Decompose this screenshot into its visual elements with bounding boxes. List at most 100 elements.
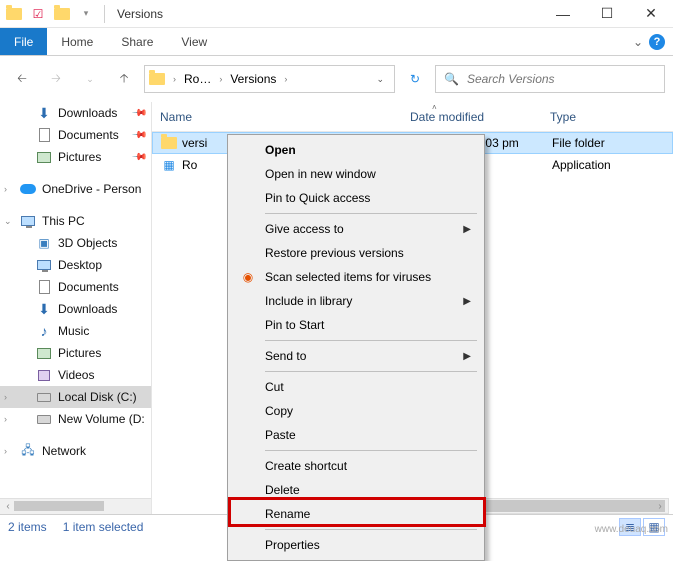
ctx-pin-start[interactable]: Pin to Start [231,313,481,337]
forward-button[interactable]: 🡢 [42,65,70,93]
sidebar-item-label: Network [42,444,86,458]
up-button[interactable]: 🡡 [110,65,138,93]
qat-properties-icon[interactable]: ☑ [30,6,46,22]
sidebar-item-label: Videos [58,368,94,382]
download-icon: ⬇ [36,301,52,317]
ctx-give-access-to[interactable]: Give access to▶ [231,217,481,241]
drive-icon [36,389,52,405]
ctx-pin-quick-access[interactable]: Pin to Quick access [231,186,481,210]
column-header-type[interactable]: Type [550,110,670,124]
chevron-right-icon[interactable]: › [284,74,287,84]
ctx-restore-previous[interactable]: Restore previous versions [231,241,481,265]
music-icon: ♪ [36,323,52,339]
close-button[interactable]: ✕ [629,0,673,28]
ctx-copy[interactable]: Copy [231,399,481,423]
sidebar-item-localdisk[interactable]: ›Local Disk (C:) [0,386,151,408]
sidebar-item-3dobjects[interactable]: ▣ 3D Objects [0,232,151,254]
sidebar-item-label: Pictures [58,346,101,360]
window-title: Versions [111,7,541,21]
chevron-right-icon[interactable]: › [219,74,222,84]
tab-share[interactable]: Share [107,28,167,55]
status-item-count: 2 items [8,520,47,534]
chevron-right-icon[interactable]: › [4,392,7,402]
sidebar-item-label: Music [58,324,89,338]
chevron-right-icon[interactable]: › [4,414,7,424]
back-button[interactable]: 🡠 [8,65,36,93]
search-input[interactable]: 🔍 [435,65,665,93]
ctx-rename[interactable]: Rename [231,502,481,526]
context-menu: Open Open in new window Pin to Quick acc… [227,134,485,561]
sidebar-item-label: Documents [58,280,119,294]
column-header-name[interactable]: Name [160,110,410,124]
video-icon [36,367,52,383]
computer-icon [20,213,36,229]
nav-horizontal-scrollbar[interactable]: ‹› [0,498,152,514]
ctx-send-to[interactable]: Send to▶ [231,344,481,368]
sidebar-item-thispc[interactable]: ⌄This PC [0,210,151,232]
ctx-cut[interactable]: Cut [231,375,481,399]
tab-view[interactable]: View [167,28,221,55]
sidebar-item-onedrive[interactable]: › OneDrive - Person [0,178,151,200]
chevron-right-icon[interactable]: › [173,74,176,84]
separator [265,450,477,451]
refresh-button[interactable]: ↻ [401,65,429,93]
sidebar-item-pictures[interactable]: Pictures📌 [0,146,151,168]
picture-icon [36,345,52,361]
sidebar-item-label: 3D Objects [58,236,117,250]
recent-dropdown-icon[interactable]: ⌄ [76,65,104,93]
help-icon[interactable]: ? [649,34,665,50]
quick-access-toolbar: ☑ ▾ [6,6,98,22]
chevron-right-icon[interactable]: › [4,446,7,456]
ribbon-collapse-icon[interactable]: ⌄ [633,35,643,49]
sidebar-item-music[interactable]: ♪ Music [0,320,151,342]
ribbon: File Home Share View ⌄ ? [0,28,673,56]
breadcrumb[interactable]: › Ro… › Versions › ⌄ [144,65,395,93]
watermark: www.deuaq.com [595,524,668,535]
qat-dropdown-icon[interactable]: ▾ [78,6,94,22]
chevron-down-icon[interactable]: ⌄ [4,216,12,227]
item-type: Application [552,158,672,172]
chevron-right-icon[interactable]: › [4,184,7,194]
ctx-properties[interactable]: Properties [231,533,481,557]
column-header-date[interactable]: Date modified [410,110,550,124]
maximize-button[interactable]: ☐ [585,0,629,28]
ctx-open-new-window[interactable]: Open in new window [231,162,481,186]
separator [265,529,477,530]
breadcrumb-segment[interactable]: Ro… [180,72,215,86]
breadcrumb-segment[interactable]: Versions [226,72,280,86]
ctx-scan-viruses[interactable]: ◉Scan selected items for viruses [231,265,481,289]
sidebar-item-desktop[interactable]: Desktop [0,254,151,276]
ctx-delete[interactable]: Delete [231,478,481,502]
search-icon: 🔍 [444,72,459,86]
sidebar-item-documents[interactable]: Documents📌 [0,124,151,146]
antivirus-icon: ◉ [239,268,257,286]
ctx-include-library[interactable]: Include in library▶ [231,289,481,313]
pin-icon: 📌 [130,105,147,122]
sidebar-item-videos[interactable]: Videos [0,364,151,386]
breadcrumb-dropdown-icon[interactable]: ⌄ [370,74,390,85]
minimize-button[interactable]: — [541,0,585,28]
search-field[interactable] [467,72,656,86]
sidebar-item-downloads[interactable]: ⬇Downloads [0,298,151,320]
navigation-pane: ⬇Downloads📌 Documents📌 Pictures📌 ›OneDri… [0,102,152,514]
sort-indicator-icon: ˄ [432,103,437,112]
ctx-create-shortcut[interactable]: Create shortcut [231,454,481,478]
folder-icon [54,6,70,22]
sidebar-item-newvolume[interactable]: ›New Volume (D: [0,408,151,430]
desktop-icon [36,257,52,273]
cube-icon: ▣ [36,235,52,251]
titlebar: ☑ ▾ Versions — ☐ ✕ [0,0,673,28]
submenu-arrow-icon: ▶ [463,351,471,362]
sidebar-item-downloads[interactable]: ⬇Downloads📌 [0,102,151,124]
document-icon [36,127,52,143]
sidebar-item-pictures[interactable]: Pictures [0,342,151,364]
tab-file[interactable]: File [0,28,47,55]
ctx-paste[interactable]: Paste [231,423,481,447]
ctx-open[interactable]: Open [231,138,481,162]
sidebar-item-network[interactable]: › 🖧 Network [0,440,151,462]
tab-home[interactable]: Home [47,28,107,55]
sidebar-item-label: OneDrive - Person [42,182,141,196]
sidebar-item-documents[interactable]: Documents [0,276,151,298]
network-icon: 🖧 [20,443,36,459]
sidebar-item-label: Documents [58,128,119,142]
